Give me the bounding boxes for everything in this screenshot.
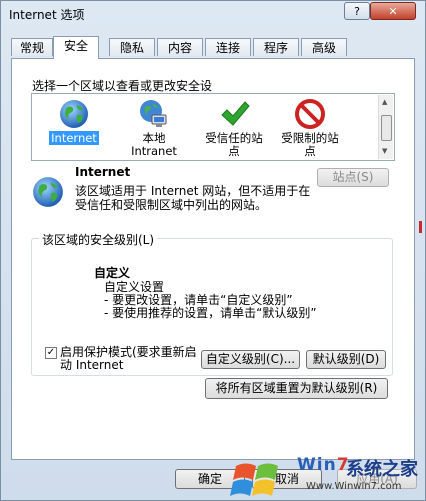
tab-programs[interactable]: 程序 (253, 38, 299, 56)
zone-list-scrollbar[interactable]: ▲ ▼ (378, 95, 393, 159)
security-panel: 选择一个区域以查看或更改安全设 Internet 本地 Intranet 受信任… (11, 58, 415, 460)
zone-description: 该区域适用于 Internet 网站，但不适用于在受信任和受限制区域中列出的网站… (75, 184, 311, 212)
trusted-check-icon (221, 101, 250, 126)
zone-internet[interactable]: Internet (34, 98, 114, 145)
level-description: 自定义设置 - 要更改设置，请单击“自定义级别” - 要使用推荐的设置，请单击“… (104, 280, 317, 320)
default-level-button[interactable]: 默认级别(D) (306, 350, 386, 369)
title-bar: Internet 选项 ? ✕ (1, 1, 425, 27)
tab-general[interactable]: 常规 (11, 38, 53, 56)
close-button[interactable]: ✕ (370, 2, 416, 20)
sites-button[interactable]: 站点(S) (317, 168, 389, 187)
tab-privacy[interactable]: 隐私 (109, 38, 155, 56)
tab-security[interactable]: 安全 (53, 36, 99, 59)
protected-mode-checkbox[interactable]: ✓ (45, 347, 57, 359)
help-button[interactable]: ? (344, 2, 370, 20)
reset-all-zones-button[interactable]: 将所有区域重置为默认级别(R) (205, 378, 388, 399)
scroll-up-icon[interactable]: ▲ (382, 98, 387, 106)
globe-icon (60, 100, 88, 128)
globe-icon (33, 177, 63, 207)
zone-prompt: 选择一个区域以查看或更改安全设 (32, 79, 213, 93)
watermark-cn: 系统之家 (346, 459, 418, 480)
zone-label-restricted: 受限制的站 点 (281, 131, 339, 158)
tab-connections[interactable]: 连接 (205, 38, 251, 56)
watermark-brand: Win7 (297, 455, 350, 475)
scroll-down-icon[interactable]: ▼ (382, 147, 387, 155)
zone-label-internet: Internet (49, 131, 99, 145)
zone-title: Internet (75, 165, 131, 179)
zone-restricted[interactable]: 受限制的站 点 (270, 98, 350, 158)
security-level-label: 该区域的安全级别(L) (39, 231, 158, 248)
zone-label-trusted: 受信任的站 点 (205, 131, 263, 158)
scroll-thumb[interactable] (381, 115, 392, 141)
windows-logo-icon (230, 463, 278, 496)
zone-trusted[interactable]: 受信任的站 点 (194, 98, 274, 158)
tab-content[interactable]: 内容 (157, 38, 203, 56)
tab-advanced[interactable]: 高级 (301, 38, 347, 56)
watermark-url: Www.Winwin7.com (306, 481, 402, 492)
window-edge-mark (419, 221, 422, 233)
internet-options-dialog: Internet 选项 ? ✕ 常规 安全 隐私 内容 连接 程序 高级 选择一… (0, 0, 426, 501)
zone-list[interactable]: Internet 本地 Intranet 受信任的站 点 受限制的站 点 ▲ ▼ (31, 93, 395, 161)
window-title: Internet 选项 (9, 8, 85, 22)
restricted-block-icon (295, 99, 325, 129)
protected-mode-label: 启用保护模式(要求重新启动 Internet (60, 345, 197, 372)
level-title: 自定义 (94, 266, 131, 280)
custom-level-button[interactable]: 自定义级别(C)... (201, 350, 300, 369)
zone-label-intranet: 本地 Intranet (131, 131, 177, 158)
local-intranet-icon (140, 100, 167, 127)
zone-local-intranet[interactable]: 本地 Intranet (114, 98, 194, 158)
